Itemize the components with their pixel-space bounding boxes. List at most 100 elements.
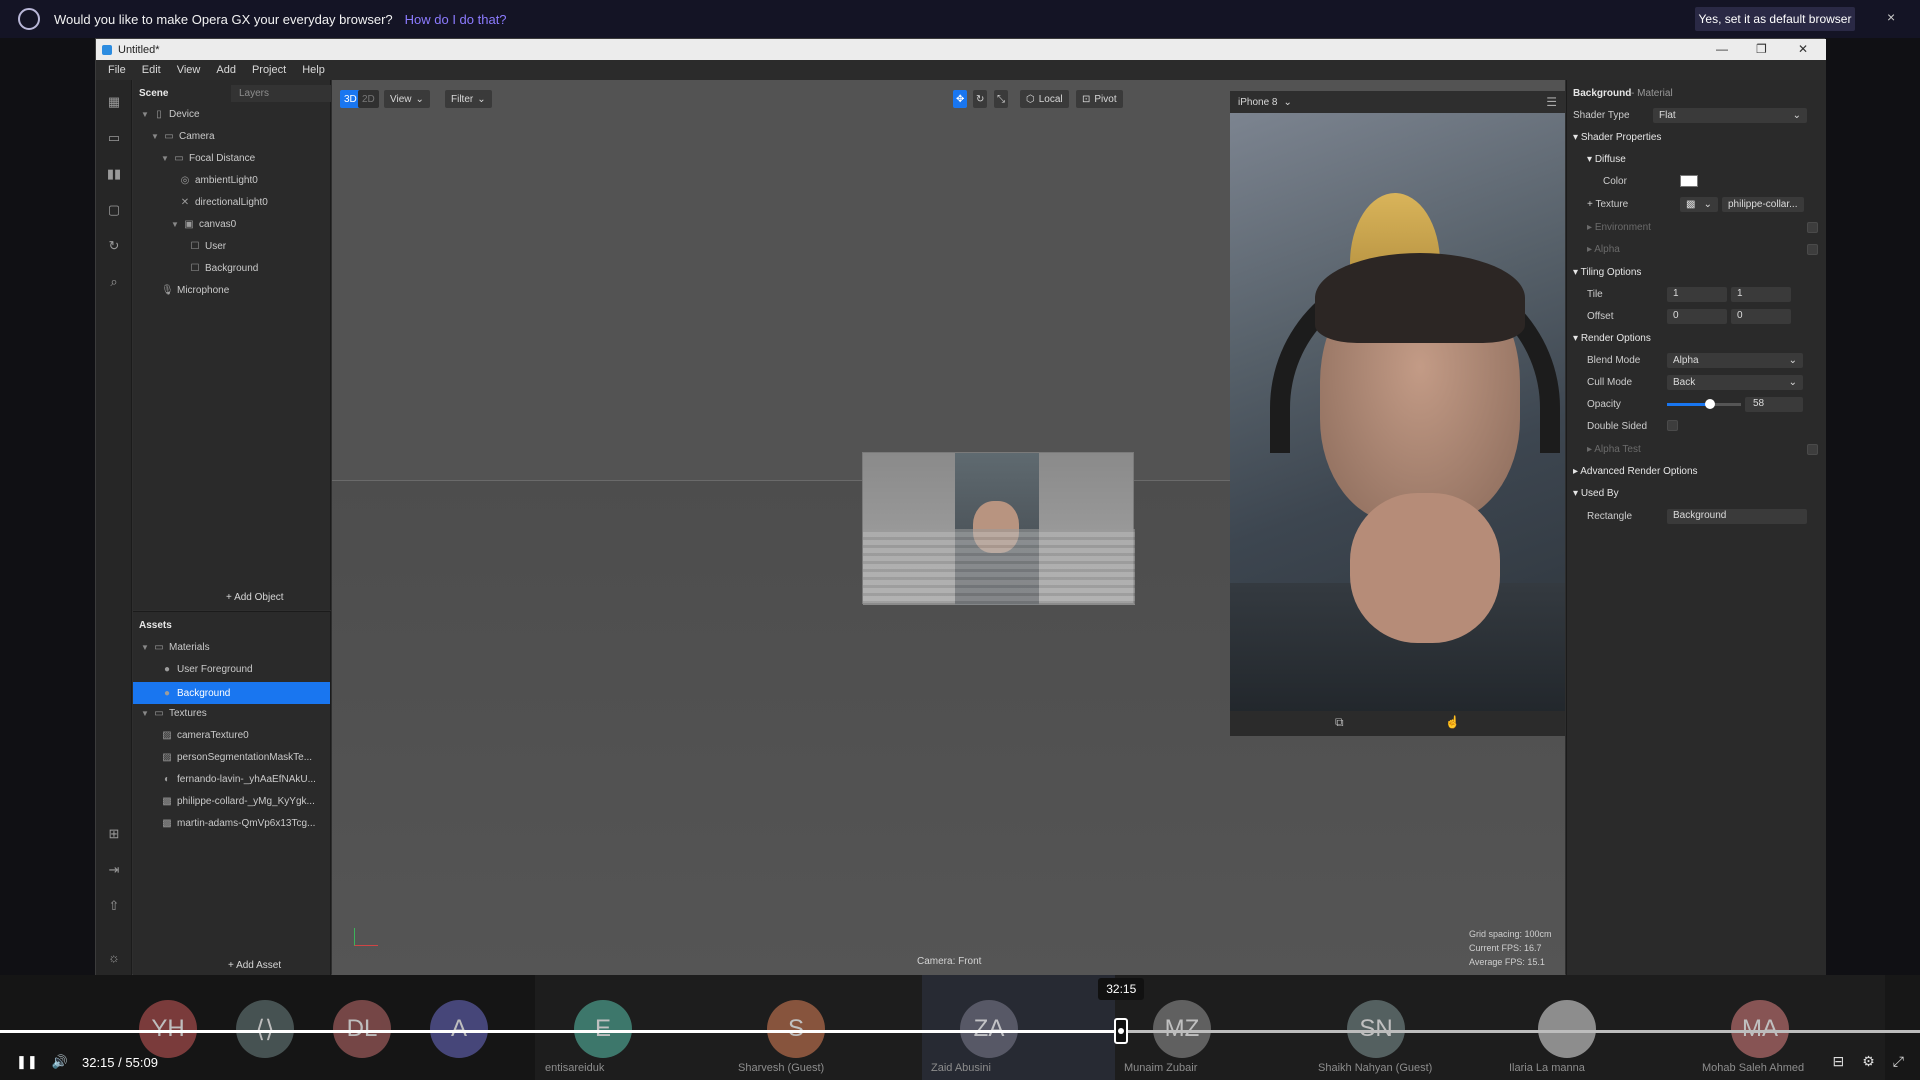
set-default-button[interactable]: Yes, set it as default browser	[1695, 7, 1855, 31]
alpha-test-checkbox[interactable]	[1807, 444, 1818, 455]
asset-person-mask[interactable]: ▨ personSegmentationMaskTe...	[161, 752, 312, 763]
filter-dropdown[interactable]: Filter ⌄	[445, 90, 492, 108]
cube-icon: ⬡	[1026, 93, 1035, 105]
asset-background[interactable]: ● Background	[133, 682, 330, 704]
tree-canvas[interactable]: ▼ ▣ canvas0	[171, 219, 236, 230]
pip-icon[interactable]: ⤢	[1893, 1053, 1904, 1070]
tree-camera[interactable]: ▼ ▭ Camera	[151, 131, 215, 142]
tile-x-input[interactable]: 1	[1667, 287, 1727, 302]
pause-icon[interactable]: ❚❚	[16, 1054, 38, 1070]
asset-textures[interactable]: ▼ ▭ Textures	[141, 708, 207, 719]
advanced-render-header[interactable]: ▸ Advanced Render Options	[1573, 466, 1698, 477]
progress-handle[interactable]	[1114, 1018, 1129, 1044]
close-window-button[interactable]: ✕	[1798, 42, 1808, 56]
menu-add[interactable]: Add	[210, 64, 242, 76]
tree-focal-distance[interactable]: ▼ ▭ Focal Distance	[161, 153, 255, 164]
add-asset-button[interactable]: + Add Asset	[228, 960, 281, 971]
tree-microphone[interactable]: 🎙 Microphone	[161, 285, 229, 296]
pause-record-icon[interactable]: ▮▮	[105, 166, 123, 182]
double-sided-checkbox[interactable]	[1667, 420, 1678, 431]
pivot-toggle[interactable]: ⊡ Pivot	[1076, 90, 1123, 108]
send-icon[interactable]: ⇥	[105, 862, 123, 878]
asset-philippe[interactable]: ▩ philippe-collard-_yMg_KyYgk...	[161, 796, 315, 807]
restore-button[interactable]: ❐	[1756, 42, 1767, 56]
duration: 55:09	[125, 1054, 158, 1070]
scale-tool-icon[interactable]: ⤡	[994, 90, 1008, 108]
rectangle-icon: ☐	[190, 241, 200, 252]
settings-gear-icon[interactable]: ⚙	[1862, 1053, 1875, 1070]
used-by-header[interactable]: ▾ Used By	[1573, 488, 1619, 499]
menu-file[interactable]: File	[102, 64, 132, 76]
2d-toggle[interactable]: 2D	[358, 90, 379, 108]
how-link[interactable]: How do I do that?	[405, 12, 507, 27]
layers-tab[interactable]: Layers	[231, 85, 331, 102]
opacity-slider-thumb[interactable]	[1704, 399, 1715, 409]
asset-fernando[interactable]: ◐ fernando-lavin-_yhAaEfNAkU...	[161, 774, 316, 785]
asset-materials[interactable]: ▼ ▭ Materials	[141, 642, 210, 653]
opacity-slider-track[interactable]	[1667, 399, 1741, 409]
tree-device[interactable]: ▼ ▯ Device	[141, 109, 200, 120]
asset-user-foreground[interactable]: ● User Foreground	[161, 664, 253, 675]
color-swatch[interactable]	[1680, 175, 1698, 187]
image-icon: ▩	[1686, 199, 1696, 210]
scene-title: Scene	[139, 88, 169, 99]
upload-icon[interactable]: ⇧	[105, 898, 123, 914]
offset-y-input[interactable]: 0	[1731, 309, 1791, 324]
alpha-test-row[interactable]: ▸ Alpha Test	[1587, 444, 1641, 455]
shader-type-select[interactable]: Flat ⌄	[1653, 108, 1807, 123]
move-tool-icon[interactable]: ✥	[953, 90, 968, 108]
texture-name[interactable]: philippe-collar...	[1722, 197, 1804, 212]
tile-label: Tile	[1587, 289, 1603, 300]
local-toggle[interactable]: ⬡ Local	[1020, 90, 1069, 108]
asset-martin[interactable]: ▩ martin-adams-QmVp6x13Tcg...	[161, 818, 315, 829]
tree-user[interactable]: ☐ User	[189, 241, 227, 252]
cull-mode-select[interactable]: Back ⌄	[1667, 375, 1803, 390]
touch-icon[interactable]: ☝	[1445, 715, 1460, 729]
render-options-header[interactable]: ▾ Render Options	[1573, 333, 1651, 344]
tile-y-input[interactable]: 1	[1731, 287, 1791, 302]
menu-view[interactable]: View	[171, 64, 207, 76]
chevron-down-icon: ⌄	[477, 93, 486, 105]
bug-icon[interactable]: ☼	[105, 950, 123, 966]
alpha-checkbox[interactable]	[1807, 244, 1818, 255]
tiling-header[interactable]: ▾ Tiling Options	[1573, 267, 1641, 278]
minimize-button[interactable]: —	[1716, 42, 1728, 56]
opacity-input[interactable]: 58	[1745, 397, 1803, 412]
menu-project[interactable]: Project	[246, 64, 292, 76]
texture-label: + Texture	[1587, 199, 1629, 210]
search-icon[interactable]: ⌕	[105, 274, 123, 290]
diffuse-header[interactable]: ▾ Diffuse	[1587, 154, 1626, 165]
progress-bar[interactable]	[0, 1030, 1920, 1033]
blend-mode-select[interactable]: Alpha ⌄	[1667, 353, 1803, 368]
volume-icon[interactable]: 🔊	[52, 1054, 68, 1070]
tree-ambient-light[interactable]: ◎ ambientLight0	[179, 175, 258, 186]
layout-icon[interactable]: ▦	[105, 94, 123, 110]
device-icon[interactable]: ▢	[105, 202, 123, 218]
tree-directional-light[interactable]: ✕ directionalLight0	[179, 197, 268, 208]
shader-properties-header[interactable]: ▾ Shader Properties	[1573, 132, 1661, 143]
menu-icon[interactable]: ☰	[1546, 95, 1557, 109]
add-object-button[interactable]: + Add Object	[226, 592, 284, 603]
texture-thumb-select[interactable]: ▩ ⌄	[1680, 197, 1718, 212]
scene-canvas-plane[interactable]	[862, 452, 1135, 605]
menu-edit[interactable]: Edit	[136, 64, 167, 76]
refresh-icon[interactable]: ↻	[105, 238, 123, 254]
video-icon[interactable]: ▭	[105, 130, 123, 146]
tree-background[interactable]: ☐ Background	[189, 263, 259, 274]
export-icon[interactable]: ⊞	[105, 826, 123, 842]
menu-help[interactable]: Help	[296, 64, 331, 76]
alpha-row[interactable]: ▸ Alpha	[1587, 244, 1620, 255]
camera-switch-icon[interactable]: ⧉	[1335, 715, 1344, 730]
scene-viewport[interactable]: 3D 2D View ⌄ Filter ⌄ ✥ ↻ ⤡ ⬡ Local ⊡ Pivot …	[332, 80, 1565, 976]
rectangle-label: Rectangle	[1587, 511, 1633, 522]
offset-x-input[interactable]: 0	[1667, 309, 1727, 324]
environment-checkbox[interactable]	[1807, 222, 1818, 233]
close-bar-button[interactable]: ×	[1887, 9, 1895, 25]
rectangle-link[interactable]: Background	[1667, 509, 1807, 524]
view-dropdown[interactable]: View ⌄	[384, 90, 430, 108]
rotate-tool-icon[interactable]: ↻	[973, 90, 988, 108]
asset-camera-texture[interactable]: ▨ cameraTexture0	[161, 730, 248, 741]
environment-row[interactable]: ▸ Environment	[1587, 222, 1651, 233]
captions-icon[interactable]: ⊟	[1833, 1053, 1845, 1070]
device-select[interactable]: iPhone 8 ⌄ ☰	[1230, 91, 1565, 113]
